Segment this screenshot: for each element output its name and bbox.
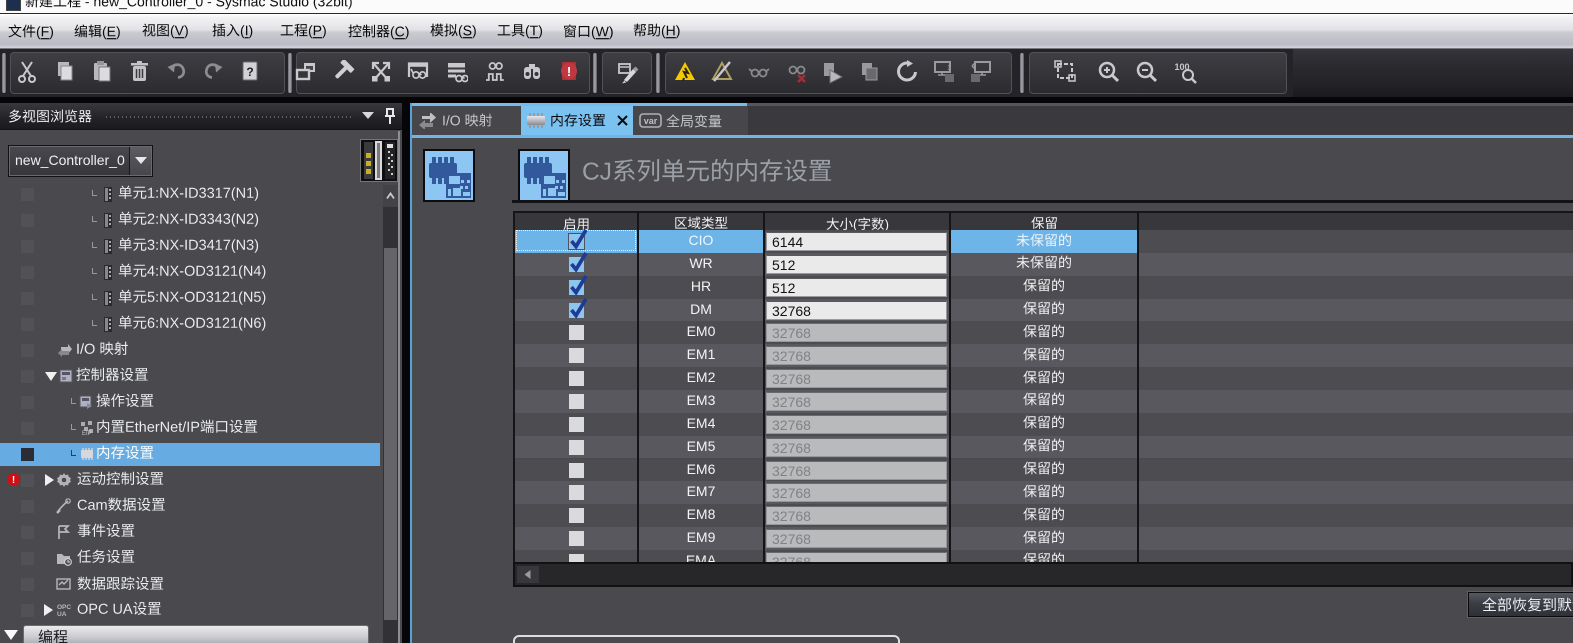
svg-text:!: ! <box>567 64 571 79</box>
svg-text:!: ! <box>12 475 15 486</box>
svg-text:EIP: EIP <box>82 431 92 436</box>
svg-text:1: 1 <box>947 65 951 72</box>
svg-text:?: ? <box>246 65 253 79</box>
svg-text:UA: UA <box>57 611 67 618</box>
svg-text:var: var <box>644 116 658 126</box>
svg-text:OPC: OPC <box>57 604 71 611</box>
